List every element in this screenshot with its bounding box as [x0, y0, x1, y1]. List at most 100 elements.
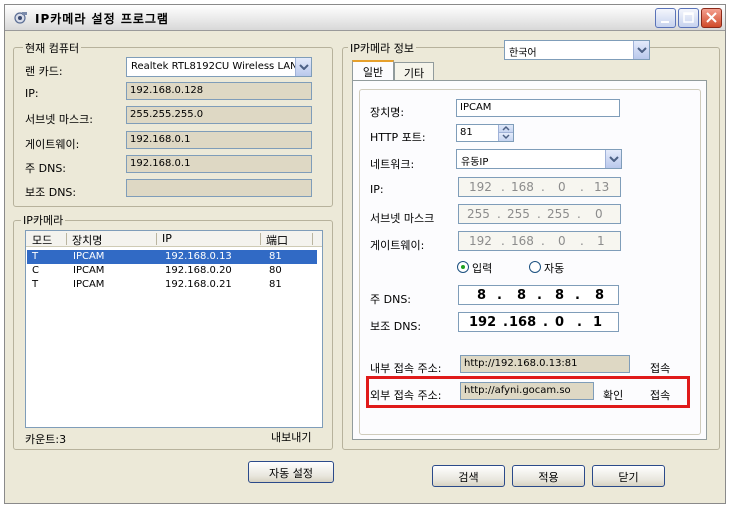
spin-down-button[interactable] [499, 133, 513, 141]
title-bar[interactable]: IP카메라 설정 프로그램 [5, 5, 725, 31]
column-header-mode[interactable]: 모드 [32, 232, 52, 248]
table-row[interactable]: T IPCAM 192.168.0.21 81 [27, 278, 317, 292]
http-port-spin[interactable] [498, 125, 513, 141]
http-port-stepper[interactable]: 81 [456, 124, 514, 142]
auto-setup-button[interactable]: 자동 설정 [248, 461, 334, 483]
row-port: 80 [269, 265, 282, 276]
ip-octet: 168 [511, 180, 534, 194]
external-connect-link[interactable]: 접속 [650, 387, 670, 403]
pc-subnet-label: 서브넷 마스크: [25, 113, 93, 126]
camera-subnet-input[interactable]: 255 . 255 . 255 . 0 [458, 204, 621, 224]
device-name-label: 장치명: [370, 106, 405, 119]
dns2-octet: 0 [555, 315, 565, 330]
row-ip: 192.168.0.20 [165, 265, 232, 276]
current-pc-group-label: 현재 컴퓨터 [23, 40, 82, 56]
pc-gateway-field: 192.168.0.1 [126, 131, 312, 149]
close-window-button[interactable] [701, 8, 722, 28]
column-divider[interactable] [312, 233, 313, 245]
minimize-icon [661, 21, 669, 23]
minimize-button[interactable] [655, 8, 676, 28]
device-name-input[interactable]: IPCAM [456, 99, 620, 117]
network-dropdown-button[interactable] [605, 150, 621, 168]
internal-address-label: 내부 접속 주소: [370, 362, 442, 375]
column-header-name[interactable]: 장치명 [72, 232, 102, 248]
camera-dns1-label: 주 DNS: [370, 293, 412, 306]
network-value: 유동IP [461, 157, 489, 168]
row-ip: 192.168.0.21 [165, 279, 232, 290]
subnet-octet: 255 [547, 207, 570, 221]
camera-list[interactable]: 모드 장치명 IP 端口 T IPCAM 192.168.0.13 81 C I… [25, 230, 323, 428]
arrow-up-icon [502, 125, 510, 131]
ip-octet: 13 [594, 180, 610, 194]
apply-button[interactable]: 적용 [512, 465, 585, 487]
pc-dns1-label: 주 DNS: [25, 162, 67, 175]
column-header-ip[interactable]: IP [162, 232, 172, 245]
window-title: IP카메라 설정 프로그램 [35, 12, 169, 26]
radio-input-manual-label[interactable]: 입력 [472, 260, 492, 276]
dns1-octet: 8 [517, 288, 527, 303]
tab-general[interactable]: 일반 [352, 60, 394, 80]
language-select[interactable]: 한국어 [504, 40, 650, 60]
camera-ip-label: IP: [370, 183, 384, 196]
tab-other[interactable]: 기타 [394, 62, 434, 80]
camera-dns2-input[interactable]: 192 . 168 . 0 . 1 [458, 312, 619, 332]
spin-up-button[interactable] [499, 125, 513, 133]
camera-dns1-input[interactable]: 8 . 8 . 8 . 8 [458, 285, 619, 305]
ip-octet: 0 [558, 180, 566, 194]
radio-input-manual[interactable] [457, 261, 469, 273]
pc-ip-field: 192.168.0.128 [126, 82, 312, 100]
camera-dns2-label: 보조 DNS: [370, 320, 422, 333]
radio-auto-label[interactable]: 자동 [544, 260, 564, 276]
lan-card-select[interactable]: Realtek RTL8192CU Wireless LAN [126, 57, 312, 77]
row-name: IPCAM [73, 265, 105, 276]
radio-auto[interactable] [529, 261, 541, 273]
external-confirm-link[interactable]: 확인 [603, 387, 623, 403]
row-mode: T [32, 251, 39, 262]
dns1-octet: 8 [555, 288, 565, 303]
chevron-down-icon [299, 64, 309, 70]
pc-ip-label: IP: [25, 87, 39, 100]
table-row[interactable]: C IPCAM 192.168.0.20 80 [27, 264, 317, 278]
dns2-octet: 168 [509, 315, 537, 330]
close-button[interactable]: 닫기 [592, 465, 665, 487]
camera-count-label: 카운트:3 [25, 433, 67, 446]
dns2-octet: 192 [469, 315, 497, 330]
http-port-value: 81 [460, 127, 473, 138]
export-link[interactable]: 내보내기 [271, 429, 311, 445]
column-header-port[interactable]: 端口 [266, 232, 288, 248]
camera-gateway-label: 게이트웨이: [370, 239, 425, 252]
pc-dns2-field [126, 179, 312, 197]
network-label: 네트워크: [370, 158, 415, 171]
camera-gateway-input[interactable]: 192 . 168 . 0 . 1 [458, 231, 621, 251]
camera-ip-input[interactable]: 192 . 168 . 0 . 13 [458, 177, 621, 197]
http-port-label: HTTP 포트: [370, 131, 426, 144]
camera-list-header: 모드 장치명 IP 端口 [26, 231, 322, 247]
language-dropdown-button[interactable] [633, 41, 649, 59]
search-button[interactable]: 검색 [432, 465, 505, 487]
column-divider[interactable] [260, 233, 261, 245]
arrow-down-icon [502, 134, 510, 140]
chevron-down-icon [609, 156, 619, 162]
maximize-button[interactable] [678, 8, 699, 28]
row-name: IPCAM [73, 251, 105, 262]
lan-card-dropdown-button[interactable] [295, 58, 311, 76]
gateway-octet: 192 [469, 234, 492, 248]
gateway-octet: 168 [511, 234, 534, 248]
network-select[interactable]: 유동IP [456, 149, 622, 169]
column-divider[interactable] [156, 233, 157, 245]
pc-dns2-label: 보조 DNS: [25, 186, 77, 199]
external-address-field: http://afyni.gocam.so [460, 382, 594, 400]
subnet-octet: 0 [595, 207, 603, 221]
gateway-octet: 1 [597, 234, 605, 248]
row-port: 81 [269, 251, 282, 262]
column-divider[interactable] [66, 233, 67, 245]
lan-card-label: 랜 카드: [25, 65, 63, 78]
language-value: 한국어 [509, 48, 537, 59]
row-port: 81 [269, 279, 282, 290]
internal-connect-link[interactable]: 접속 [650, 360, 670, 376]
subnet-octet: 255 [467, 207, 490, 221]
ip-octet: 192 [469, 180, 492, 194]
table-row[interactable]: T IPCAM 192.168.0.13 81 [26, 249, 318, 265]
camera-subnet-label: 서브넷 마스크 [370, 212, 435, 225]
dns1-octet: 8 [595, 288, 605, 303]
